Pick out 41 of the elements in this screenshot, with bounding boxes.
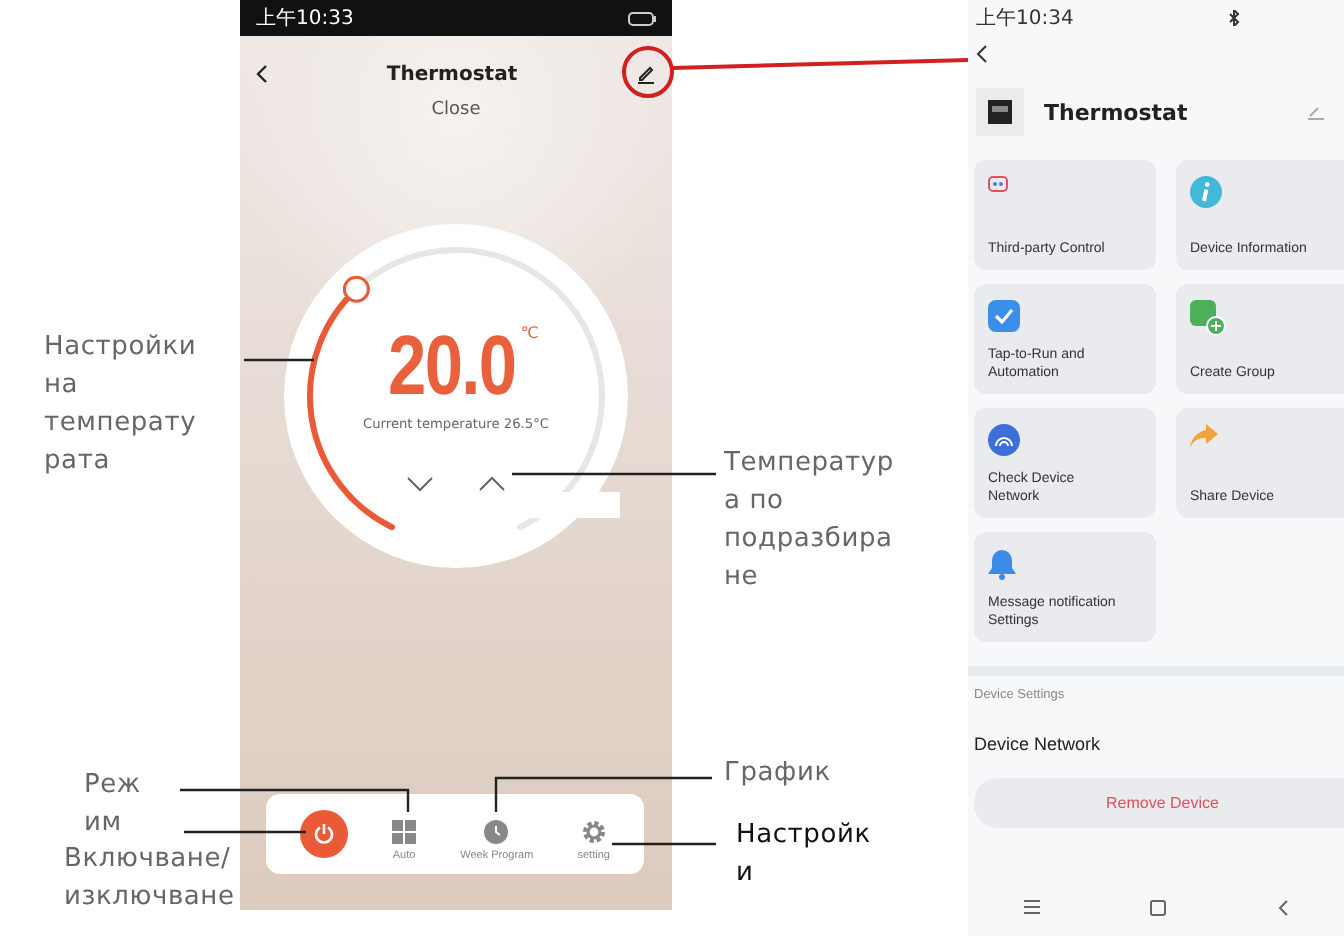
menu-icon[interactable] [1023,900,1040,914]
bluetooth-icon [1228,10,1240,26]
status-text: Close [431,100,481,120]
status-time: 上午10:34 [976,5,1074,32]
grid-icon [392,819,417,843]
settings-row[interactable]: Device Network [968,702,1344,754]
info-icon [1190,176,1222,208]
annotation-label: Включване/ изключване [64,842,235,916]
settings-icon [581,819,606,843]
screen-title: Thermostat [386,63,518,85]
share-arrow-icon [1190,424,1218,448]
bell-icon [988,548,1016,580]
back-icon[interactable] [256,64,268,84]
leader-line [612,842,716,846]
gamepad-icon [988,176,1008,192]
device-title: Thermostat [1044,99,1190,125]
annotation-label: График [724,756,831,792]
power-button[interactable] [300,810,349,858]
annotation-label: Реж им [84,768,141,842]
power-icon [312,822,337,846]
leader-line [184,830,306,834]
chevron-up-icon[interactable] [478,476,506,492]
back-icon[interactable] [976,44,988,64]
add-group-icon [1190,300,1226,336]
edit-icon[interactable] [636,64,656,84]
unit-label: ℃ [520,324,539,342]
chevron-down-icon[interactable] [406,476,434,492]
clock-icon [484,819,509,843]
device-thumbnail [976,88,1024,136]
highlight-circle [622,46,674,98]
home-icon[interactable] [1150,900,1167,916]
annotation-label: Настройк и [736,818,871,892]
check-icon [988,300,1020,332]
setpoint-temperature: 20.0 [387,324,515,408]
annotation-label: Температур а по подразбира не [724,446,894,596]
temperature-dial-drawing[interactable] [284,224,628,568]
annotation-label: Настройки на температу рата [44,330,197,480]
battery-icon [628,11,656,25]
status-time: 上午10:33 [256,5,354,32]
leader-line [244,358,314,362]
signal-icon [988,424,1020,456]
